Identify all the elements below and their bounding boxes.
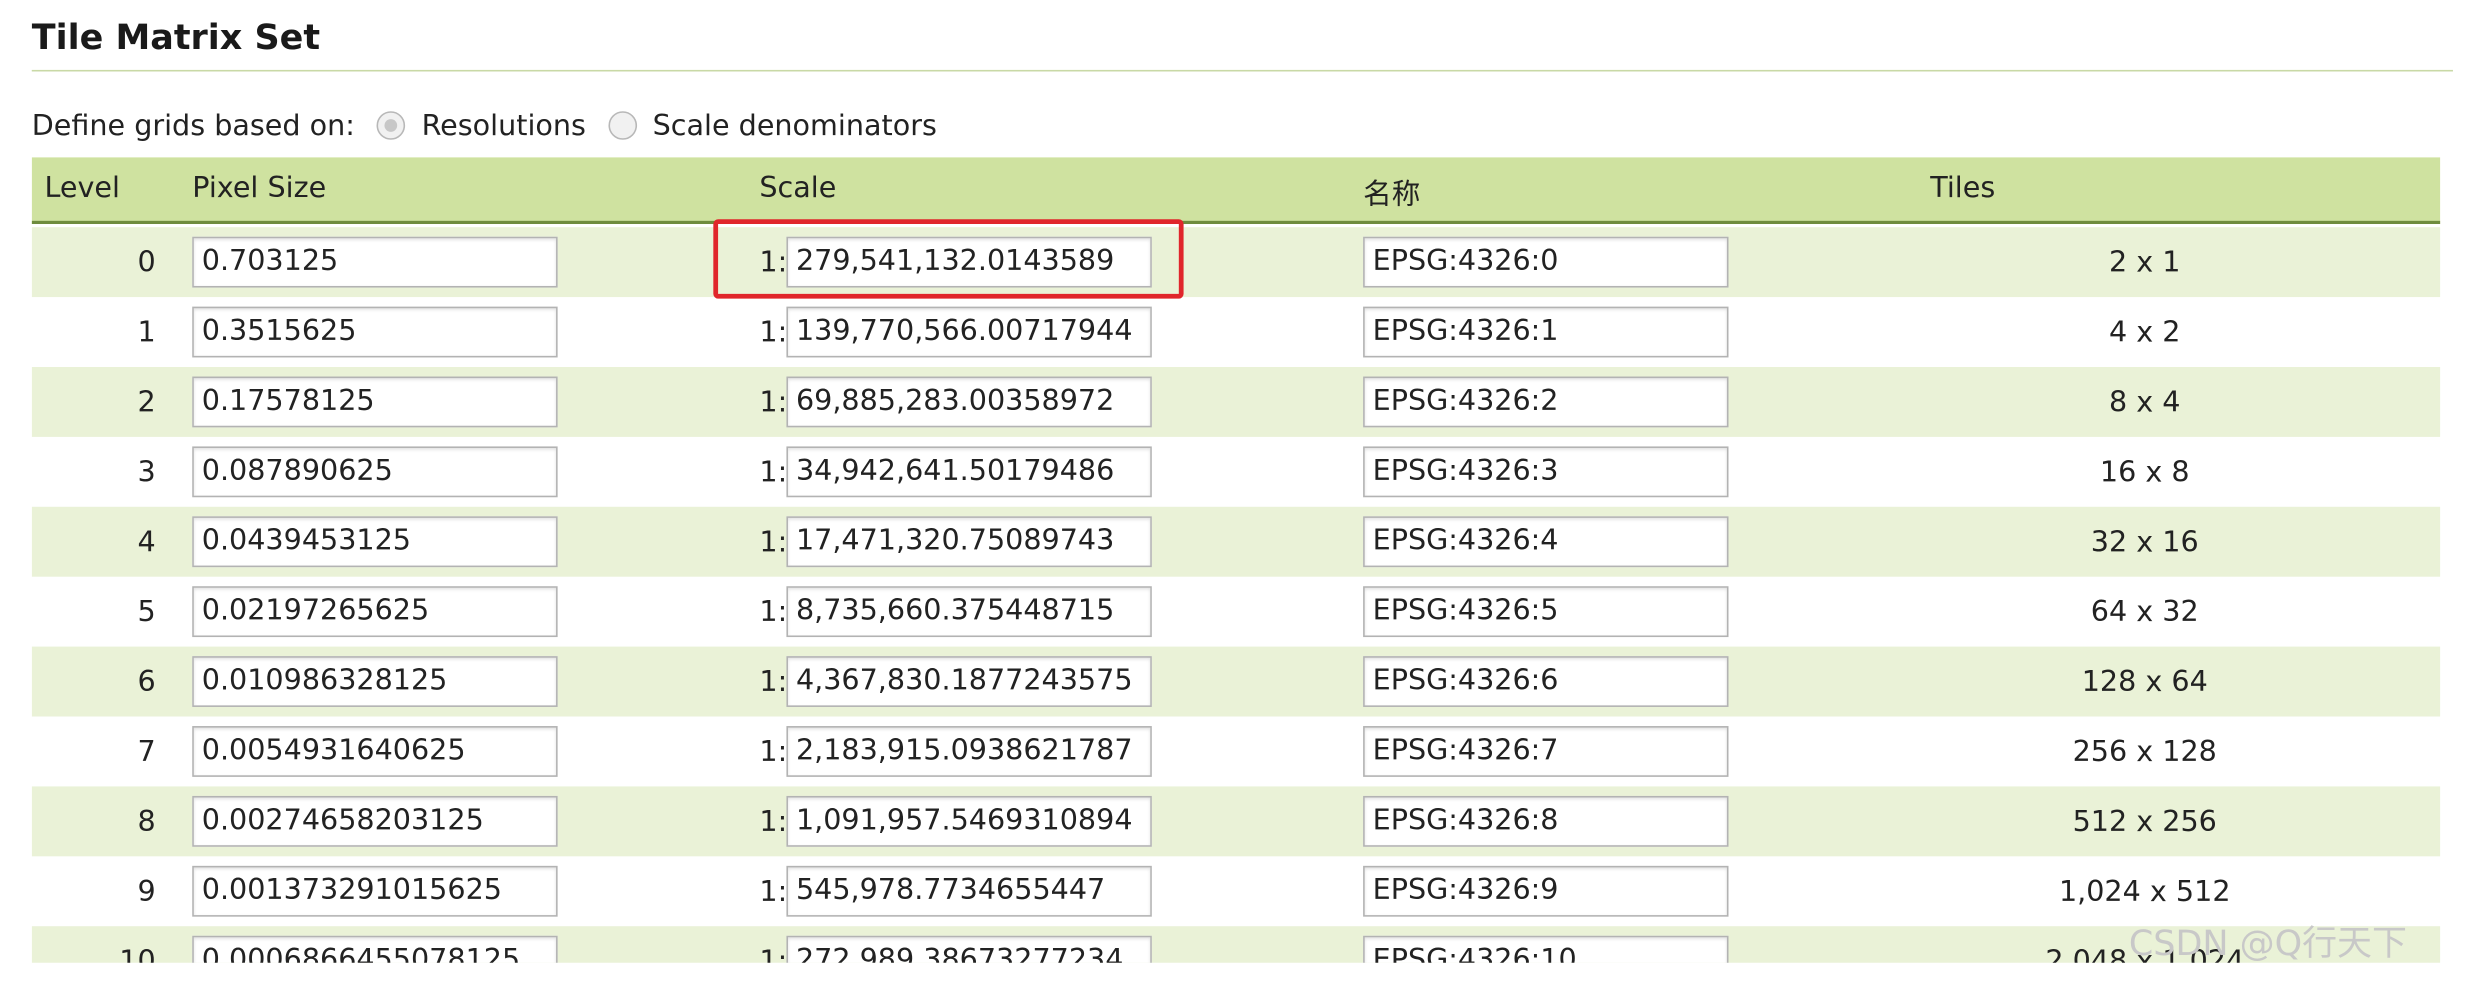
tiles-cell: 32 x 16 (2090, 525, 2199, 560)
table-row: 3 0.087890625 1: 34,942,641.50179486 EPSG:43… (32, 437, 2440, 507)
table-row: 4 0.0439453125 1: 17,471,320.75089743 EPSG:4… (31, 506, 2441, 577)
scale-input[interactable]: 34,942,641.50179486 (786, 446, 1152, 498)
level-cell: 4 (137, 525, 156, 560)
level-cell: 0 (137, 246, 156, 280)
scale-prefix: 1: (759, 316, 788, 350)
name-input[interactable]: EPSG:4326:6 (1363, 656, 1729, 707)
table-row: 8 0.00274658203125 1: 1,091,957.5469310894 E… (31, 786, 2441, 857)
level-cell: 9 (137, 875, 156, 909)
tiles-cell: 2 x 1 (2108, 246, 2181, 280)
page-title: Tile Matrix Set (31, 19, 321, 59)
name-input[interactable]: EPSG:4326:9 (1363, 865, 1729, 917)
pixel-size-input[interactable]: 0.02197265625 (192, 586, 558, 638)
scale-prefix: 1: (759, 735, 788, 769)
tiles-cell: 512 x 256 (2072, 805, 2217, 839)
radio-selected-dot (385, 119, 398, 132)
table-row: 9 0.001373291015625 1: 545,978.7734655447 EP… (32, 856, 2440, 926)
name-input[interactable]: EPSG:4326:7 (1363, 726, 1729, 777)
table-row: 6 0.010986328125 1: 4,367,830.1877243575 EPS… (31, 646, 2441, 717)
define-grids-label: Define grids based on: (31, 108, 355, 143)
pixel-size-input[interactable]: 0.001373291015625 (192, 865, 558, 917)
pixel-size-input[interactable]: 0.010986328125 (192, 656, 558, 707)
table-row: 0 0.703125 1: 279,541,132.0143589 EPSG:4326:… (31, 227, 2441, 298)
pixel-size-input[interactable]: 0.0054931640625 (192, 726, 558, 777)
scale-input[interactable]: 139,770,566.00717944 (786, 306, 1152, 358)
name-input[interactable]: EPSG:4326:3 (1363, 446, 1729, 498)
scale-prefix: 1: (759, 595, 788, 630)
scale-prefix: 1: (759, 945, 788, 963)
title-divider (31, 69, 2453, 72)
define-grids-row: Define grids based on: Resolutions Scale… (32, 105, 937, 146)
column-header-pixel-size: Pixel Size (192, 171, 327, 205)
scale-input[interactable]: 2,183,915.0938621787 (786, 726, 1152, 777)
level-cell: 2 (137, 386, 156, 420)
tile-matrix-table: Level Pixel Size Scale 名称 Tiles 0 0.70312… (31, 157, 2441, 963)
name-input[interactable]: EPSG:4326:8 (1363, 795, 1729, 847)
level-cell: 7 (137, 735, 156, 769)
level-cell: 8 (137, 805, 156, 839)
level-cell: 10 (119, 945, 156, 963)
table-row: 7 0.0054931640625 1: 2,183,915.0938621787 EP… (32, 717, 2440, 787)
watermark: CSDN @Q行天下 (2128, 924, 2407, 965)
tiles-cell: 4 x 2 (2108, 316, 2181, 350)
pixel-size-input[interactable]: 0.0439453125 (192, 516, 558, 568)
scale-prefix: 1: (759, 386, 788, 420)
scale-prefix: 1: (759, 665, 788, 700)
scale-input[interactable]: 4,367,830.1877243575 (786, 656, 1152, 707)
tiles-cell: 8 x 4 (2108, 386, 2181, 420)
level-cell: 6 (137, 665, 156, 700)
scale-input[interactable]: 272,989.38673277234 (786, 935, 1152, 963)
level-cell: 5 (137, 595, 156, 630)
scale-prefix: 1: (759, 805, 788, 839)
radio-resolutions-label[interactable]: Resolutions (422, 109, 586, 142)
name-input[interactable]: EPSG:4326:5 (1363, 586, 1729, 638)
scale-prefix: 1: (759, 246, 788, 280)
pixel-size-input[interactable]: 0.00274658203125 (192, 795, 558, 847)
radio-resolutions[interactable] (377, 111, 406, 140)
pixel-size-input[interactable]: 0.703125 (192, 236, 558, 288)
column-header-scale: Scale (759, 171, 837, 205)
pixel-size-input[interactable]: 0.3515625 (192, 306, 558, 358)
name-input[interactable]: EPSG:4326:4 (1363, 516, 1729, 568)
table-row: 1 0.3515625 1: 139,770,566.00717944 EPSG:432… (32, 297, 2440, 367)
name-input[interactable]: EPSG:4326:0 (1363, 236, 1729, 288)
table-row: 5 0.02197265625 1: 8,735,660.375448715 EPSG:… (32, 577, 2440, 647)
scale-input[interactable]: 1,091,957.5469310894 (786, 795, 1152, 847)
level-cell: 1 (137, 316, 156, 350)
name-input[interactable]: EPSG:4326:2 (1363, 376, 1729, 428)
tiles-cell: 256 x 128 (2072, 735, 2217, 769)
pixel-size-input[interactable]: 0.0006866455078125 (192, 935, 558, 963)
table-row: 2 0.17578125 1: 69,885,283.00358972 EPSG:432… (31, 366, 2441, 437)
pixel-size-input[interactable]: 0.17578125 (192, 376, 558, 428)
name-input[interactable]: EPSG:4326:1 (1363, 306, 1729, 358)
level-cell: 3 (137, 455, 156, 490)
tiles-cell: 64 x 32 (2090, 595, 2199, 630)
scale-prefix: 1: (759, 875, 788, 909)
radio-scale-denominators-label[interactable]: Scale denominators (653, 109, 937, 142)
tiles-cell: 1,024 x 512 (2058, 875, 2231, 909)
table-header: Level Pixel Size Scale 名称 Tiles (31, 157, 2441, 225)
tiles-cell: 128 x 64 (2081, 665, 2208, 700)
tiles-cell: 16 x 8 (2099, 455, 2190, 490)
pixel-size-input[interactable]: 0.087890625 (192, 446, 558, 498)
name-input[interactable]: EPSG:4326:10 (1363, 935, 1729, 963)
table-row: 10 0.0006866455078125 1: 272,989.3867327723… (31, 926, 2441, 963)
scale-input[interactable]: 8,735,660.375448715 (786, 586, 1152, 638)
scale-input[interactable]: 545,978.7734655447 (786, 865, 1152, 917)
column-header-tiles: Tiles (1930, 171, 1996, 205)
scale-input[interactable]: 17,471,320.75089743 (786, 516, 1152, 568)
radio-scale-denominators[interactable] (608, 111, 637, 140)
scale-input[interactable]: 69,885,283.00358972 (786, 376, 1152, 428)
scale-prefix: 1: (759, 455, 788, 490)
scale-input[interactable]: 279,541,132.0143589 (786, 236, 1152, 288)
column-header-level: Level (44, 171, 120, 205)
column-header-name: 名称 (1363, 177, 1421, 212)
scale-prefix: 1: (759, 525, 788, 560)
